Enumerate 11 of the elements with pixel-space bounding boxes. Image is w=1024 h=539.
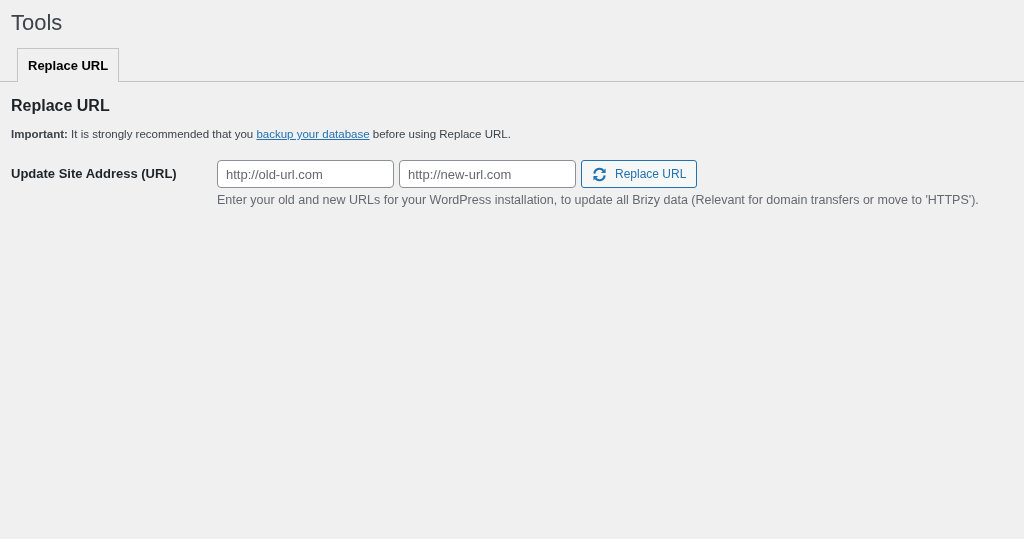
field-label: Update Site Address (URL) xyxy=(11,165,178,183)
page-title: Tools xyxy=(10,9,64,35)
url-field[interactable]: http://old-url.com xyxy=(217,160,394,188)
notice-text: Important: It is strongly recommended that you backup your database before using Replace URL. xyxy=(11,128,512,140)
section-title: Replace URL xyxy=(11,97,111,115)
refresh-icon xyxy=(592,166,607,182)
backup-link[interactable]: backup your database xyxy=(256,128,370,140)
url-field[interactable]: http://new-url.com xyxy=(399,160,576,188)
replace-button[interactable]: Replace URL xyxy=(581,160,698,188)
help-text: Enter your old and new URLs for your WordPress installation, to update all Brizy data (Relevant for domain transfers or move to 'HTTPS'). xyxy=(217,193,979,207)
tab[interactable]: Replace URL xyxy=(17,48,120,82)
